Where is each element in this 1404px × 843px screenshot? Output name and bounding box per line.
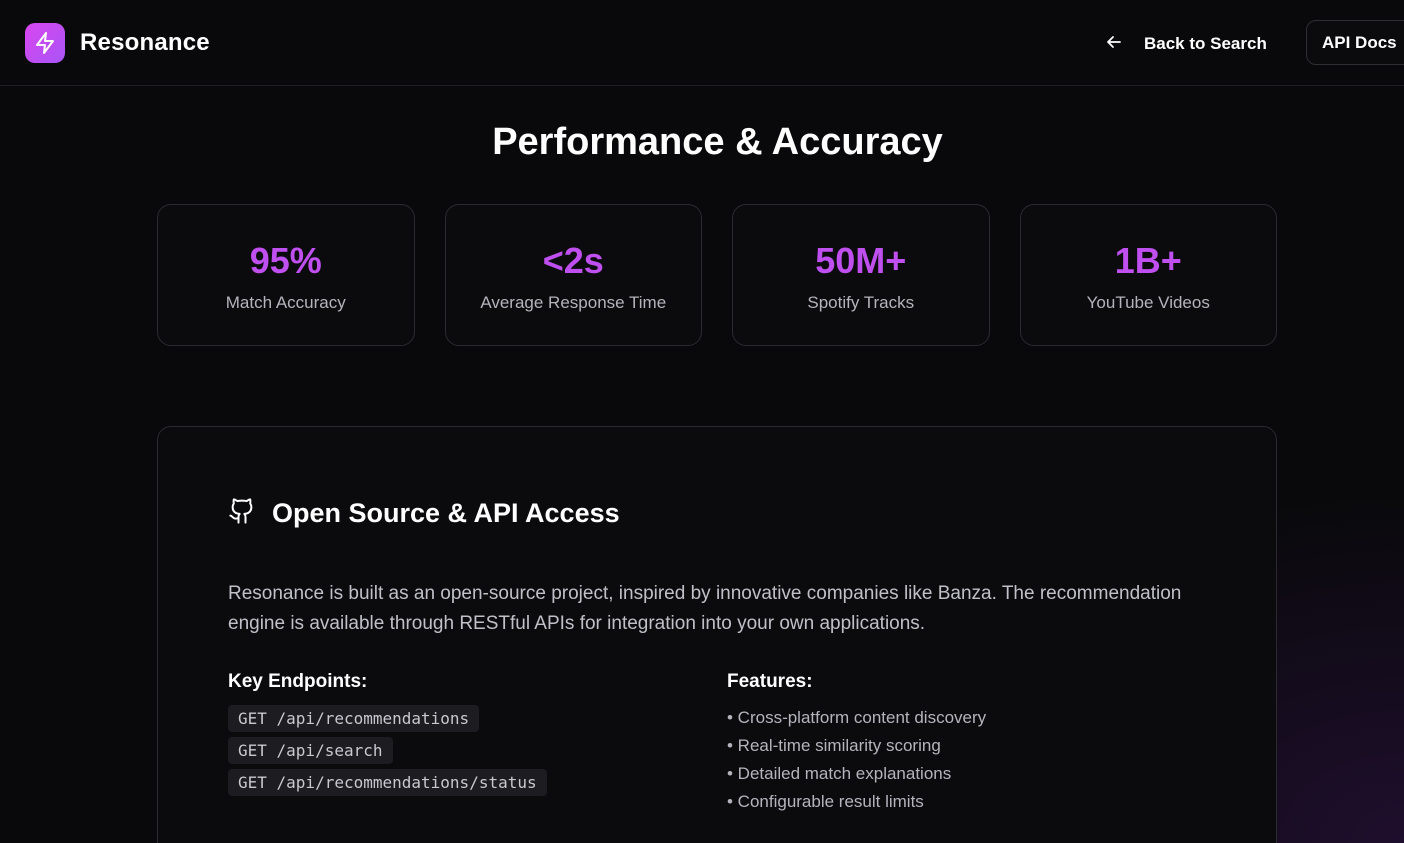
- stat-value: 1B+: [1114, 240, 1182, 281]
- feature-item: • Configurable result limits: [727, 792, 924, 811]
- open-source-panel: Open Source & API Access Resonance is bu…: [157, 426, 1277, 843]
- open-source-heading: Open Source & API Access: [228, 497, 620, 530]
- stat-value: 95%: [249, 240, 322, 281]
- features-column: Features: • Cross-platform content disco…: [727, 671, 986, 817]
- stats-grid: 95% Match Accuracy <2s Average Response …: [157, 204, 1277, 346]
- key-endpoints-column: Key Endpoints: GET /api/recommendations …: [228, 671, 547, 801]
- arrow-left-icon: [1104, 32, 1124, 57]
- features-title: Features:: [727, 671, 813, 692]
- performance-title: Performance & Accuracy: [492, 121, 943, 163]
- stat-card-response-time: <2s Average Response Time: [444, 204, 702, 346]
- endpoint-code: GET /api/recommendations/status: [228, 769, 547, 796]
- stat-card-accuracy: 95% Match Accuracy: [157, 204, 415, 346]
- stat-label: Spotify Tracks: [807, 293, 915, 312]
- logo-lightning-icon[interactable]: [25, 23, 65, 63]
- feature-item: • Real-time similarity scoring: [727, 736, 941, 755]
- open-source-title: Open Source & API Access: [272, 498, 620, 528]
- stat-value: <2s: [542, 240, 604, 281]
- endpoint-code: GET /api/recommendations: [228, 705, 480, 732]
- key-endpoints-title: Key Endpoints:: [228, 671, 368, 692]
- back-to-search-link[interactable]: Back to Search: [1104, 30, 1267, 58]
- api-docs-button[interactable]: API Docs: [1306, 20, 1404, 65]
- endpoint-code: GET /api/search: [228, 737, 393, 764]
- feature-item: • Detailed match explanations: [727, 764, 952, 783]
- top-navigation-bar: Resonance Back to Search API Docs: [0, 0, 1404, 86]
- open-source-description: Resonance is built as an open-source pro…: [228, 583, 1182, 634]
- stat-label: Match Accuracy: [225, 293, 346, 312]
- stat-card-spotify-tracks: 50M+ Spotify Tracks: [732, 204, 990, 346]
- stat-value: 50M+: [815, 240, 907, 281]
- stat-card-youtube-videos: 1B+ YouTube Videos: [1019, 204, 1277, 346]
- feature-item: • Cross-platform content discovery: [727, 708, 987, 727]
- back-to-search-label: Back to Search: [1144, 34, 1267, 53]
- github-icon: [228, 497, 256, 530]
- stat-label: Average Response Time: [480, 293, 667, 312]
- stat-label: YouTube Videos: [1086, 293, 1210, 312]
- brand-name[interactable]: Resonance: [80, 29, 210, 57]
